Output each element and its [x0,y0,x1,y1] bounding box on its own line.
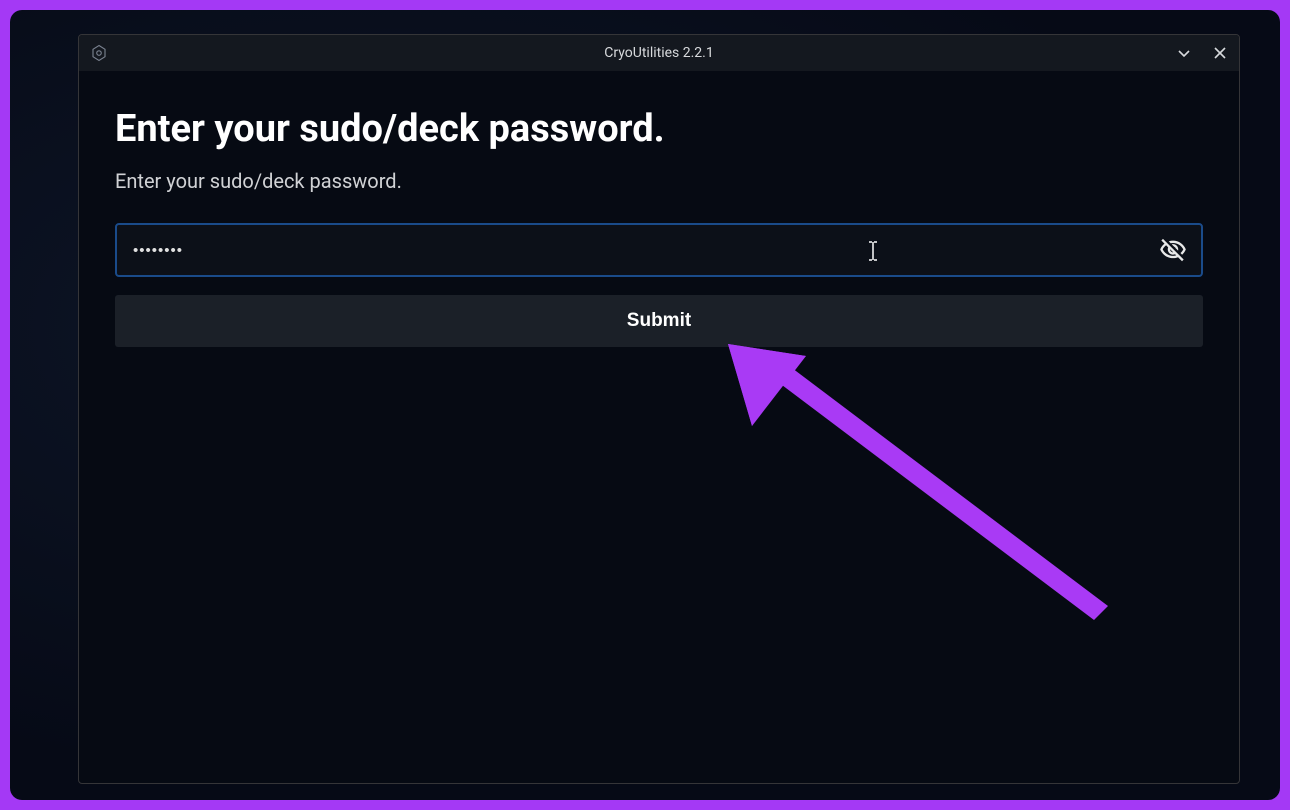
application-window: CryoUtilities 2.2.1 Enter your sudo/deck… [78,34,1240,784]
minimize-button[interactable] [1175,44,1193,62]
page-subtitle: Enter your sudo/deck password. [115,169,1203,193]
password-input[interactable] [133,242,1145,259]
close-button[interactable] [1211,44,1229,62]
page-title: Enter your sudo/deck password. [115,107,1203,151]
submit-button-label: Submit [627,310,691,332]
visibility-toggle-icon[interactable] [1159,236,1187,264]
titlebar[interactable]: CryoUtilities 2.2.1 [79,35,1239,71]
window-title: CryoUtilities 2.2.1 [604,45,713,61]
password-field-container[interactable] [115,223,1203,277]
submit-button[interactable]: Submit [115,295,1203,347]
app-icon [89,43,109,63]
